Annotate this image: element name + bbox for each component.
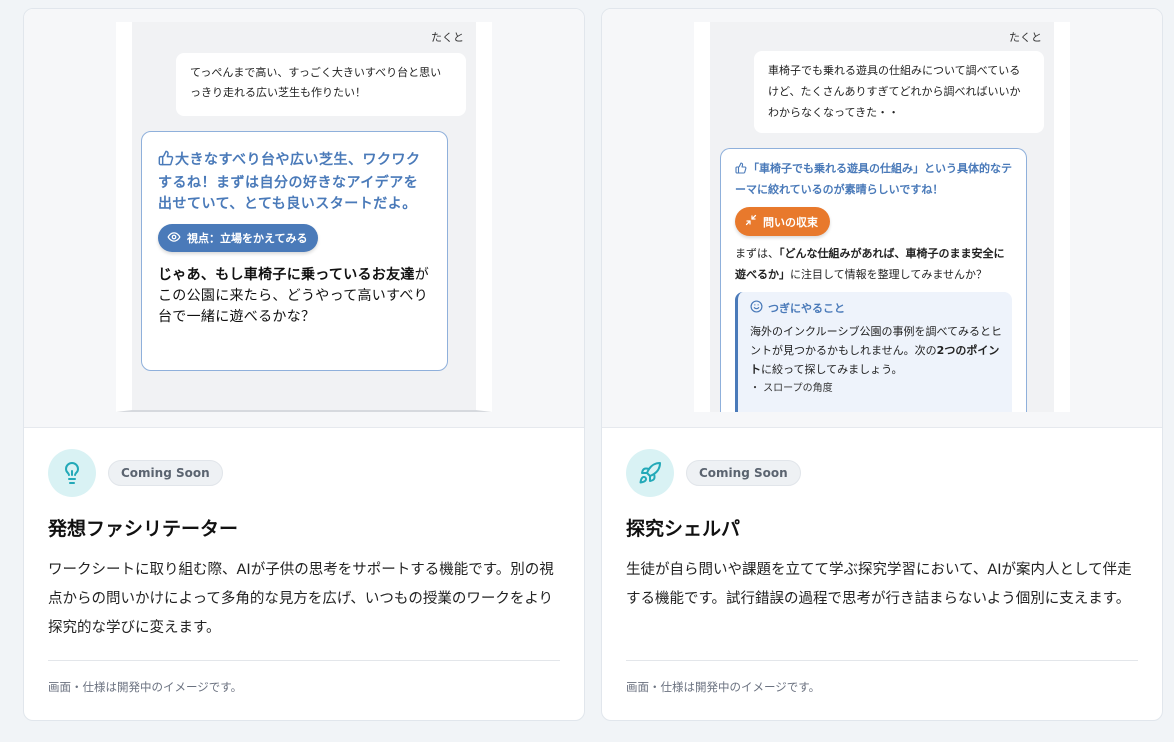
smile-icon — [750, 300, 763, 316]
ai-response-box: 「車椅子でも乗れる遊具の仕組み」という具体的なテーマに絞れているのが素晴らしいで… — [720, 148, 1027, 412]
next-steps-bullet: ・ スロープの角度 — [750, 383, 833, 394]
chat-preview: たくと てっぺんまで高い、すっごく大きいすべり台と思いっきり走れる広い芝生も作り… — [116, 22, 492, 412]
converge-button-label: 問いの収束 — [763, 215, 818, 229]
feature-card-idea-facilitator: たくと てっぺんまで高い、すっごく大きいすべり台と思いっきり走れる広い芝生も作り… — [23, 8, 585, 721]
ai-praise-text: 「車椅子でも乗れる遊具の仕組み」という具体的なテーマに絞れているのが素晴らしいで… — [735, 162, 1012, 196]
feature-info: Coming Soon 探究シェルパ 生徒が自ら問いや課題を立てて学ぶ探究学習に… — [626, 449, 1138, 614]
ai-praise: 大きなすべり台や広い芝生、ワクワクするね！まずは自分の好きなアイデアを出せていて… — [158, 150, 431, 215]
preview-screenshot: たくと 車椅子でも乗れる遊具の仕組みについて調べているけど、たくさんありすぎてど… — [602, 9, 1162, 428]
user-message-bubble: てっぺんまで高い、すっごく大きいすべり台と思いっきり走れる広い芝生も作りたい！ — [176, 53, 466, 116]
divider — [48, 660, 560, 661]
eye-icon — [167, 230, 181, 247]
collapse-icon — [745, 214, 757, 229]
chat-preview: たくと 車椅子でも乗れる遊具の仕組みについて調べているけど、たくさんありすぎてど… — [694, 22, 1070, 412]
converge-button[interactable]: 問いの収束 — [735, 207, 830, 236]
next-steps-title: つぎにやること — [750, 299, 1002, 317]
ai-question-bold: じゃあ、もし車椅子に乗っているお友達 — [158, 267, 415, 283]
thumbs-up-icon — [158, 150, 174, 173]
lightbulb-icon — [48, 449, 96, 497]
ai-praise: 「車椅子でも乗れる遊具の仕組み」という具体的なテーマに絞れているのが素晴らしいで… — [735, 159, 1012, 199]
feature-card-inquiry-sherpa: たくと 車椅子でも乗れる遊具の仕組みについて調べているけど、たくさんありすぎてど… — [601, 8, 1163, 721]
disclaimer-note: 画面・仕様は開発中のイメージです。 — [48, 680, 243, 694]
perspective-button-label: 視点：立場をかえてみる — [187, 232, 308, 245]
perspective-button[interactable]: 視点：立場をかえてみる — [158, 224, 319, 252]
feature-title: 探究シェルパ — [626, 518, 741, 540]
ai-question: じゃあ、もし車椅子に乗っているお友達がこの公園に来たら、どうやって高いすべり台で… — [158, 265, 431, 328]
rocket-icon — [626, 449, 674, 497]
divider — [626, 660, 1138, 661]
feature-description: 生徒が自ら問いや課題を立てて学ぶ探究学習において、AIが案内人として伴走する機能… — [626, 562, 1132, 607]
ai-praise-text: 大きなすべり台や広い芝生、ワクワクするね！まずは自分の好きなアイデアを出せていて… — [158, 152, 421, 212]
user-name: たくと — [431, 31, 464, 44]
ai-guidance-pre: まずは、 — [735, 247, 779, 260]
next-steps-body-post: に絞って探してみましょう。 — [761, 363, 903, 376]
next-steps-body: 海外のインクルーシブ公園の事例を調べてみるとヒントが見つかるかもしれません。次の… — [750, 322, 1002, 379]
feature-info: Coming Soon 発想ファシリテーター ワークシートに取り組む際、AIが子… — [48, 449, 560, 643]
user-message-bubble: 車椅子でも乗れる遊具の仕組みについて調べているけど、たくさんありすぎてどれから調… — [754, 51, 1044, 133]
disclaimer-note: 画面・仕様は開発中のイメージです。 — [626, 680, 821, 694]
status-badge: Coming Soon — [108, 460, 223, 486]
feature-title: 発想ファシリテーター — [48, 518, 239, 540]
ai-guidance-post: に注目して情報を整理してみませんか？ — [790, 268, 988, 281]
ai-guidance: まずは、「どんな仕組みがあれば、車椅子のまま安全に遊べるか」に注目して情報を整理… — [735, 243, 1012, 285]
status-badge: Coming Soon — [686, 460, 801, 486]
feature-description: ワークシートに取り組む際、AIが子供の思考をサポートする機能です。別の視点からの… — [48, 562, 554, 636]
preview-screenshot: たくと てっぺんまで高い、すっごく大きいすべり台と思いっきり走れる広い芝生も作り… — [24, 9, 584, 428]
next-steps-title-text: つぎにやること — [768, 302, 845, 315]
thumbs-up-icon — [735, 161, 747, 180]
next-steps-box: つぎにやること 海外のインクルーシブ公園の事例を調べてみるとヒントが見つかるかも… — [735, 292, 1012, 412]
ai-response-box: 大きなすべり台や広い芝生、ワクワクするね！まずは自分の好きなアイデアを出せていて… — [141, 131, 448, 371]
user-name: たくと — [1009, 31, 1042, 44]
